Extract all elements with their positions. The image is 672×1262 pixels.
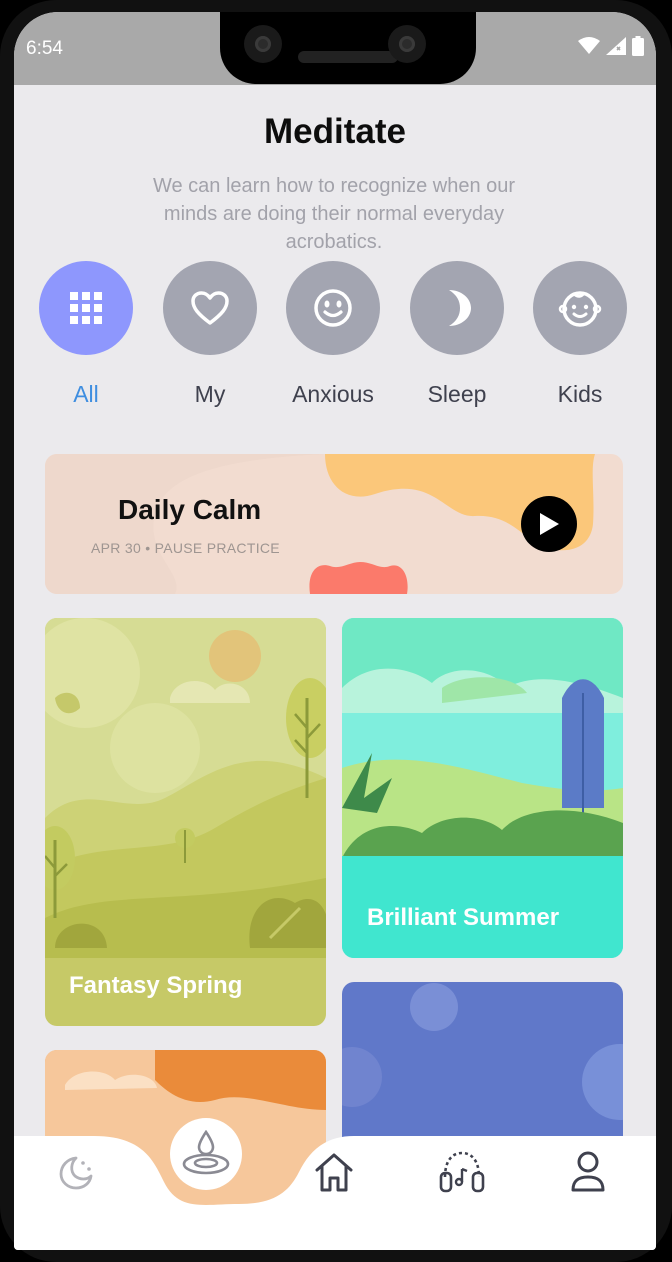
status-time: 6:54	[26, 38, 63, 59]
status-icons	[578, 36, 644, 56]
daily-calm-card[interactable]: Daily Calm APR 30 • PAUSE PRACTICE	[45, 454, 623, 594]
headphones-icon	[439, 1151, 485, 1193]
nav-meditate[interactable]	[170, 1118, 242, 1190]
category-label: Kids	[557, 381, 603, 407]
page-subtitle: We can learn how to recognize when our m…	[152, 175, 516, 253]
camera-icon	[388, 25, 426, 63]
nav-profile[interactable]	[566, 1148, 610, 1196]
category-anxious-circle[interactable]	[286, 261, 380, 355]
speaker-grille	[298, 51, 398, 63]
phone-frame: 6:54 Meditate We can learn how to recogn…	[0, 0, 672, 1262]
daily-calm-title: Daily Calm	[118, 494, 262, 525]
baby-face-icon	[558, 291, 602, 327]
category-kids-circle[interactable]	[533, 261, 627, 355]
home-icon	[315, 1153, 353, 1192]
wifi-icon	[578, 37, 600, 54]
category-sleep-circle[interactable]	[410, 261, 504, 355]
nav-home[interactable]	[310, 1148, 358, 1196]
fantasy-spring-label: Fantasy Spring	[69, 972, 243, 999]
category-label: All	[73, 381, 99, 407]
grid-icon	[70, 292, 102, 324]
battery-icon	[632, 36, 644, 56]
camera-notch	[220, 12, 476, 84]
screen: 6:54 Meditate We can learn how to recogn…	[14, 12, 656, 1250]
moon-icon	[449, 290, 471, 326]
fantasy-spring-illustration	[45, 618, 326, 958]
page-title: Meditate	[264, 112, 406, 151]
play-icon	[540, 513, 559, 535]
smiley-icon	[314, 289, 352, 327]
category-my[interactable]: My	[150, 261, 270, 408]
category-kids[interactable]: Kids	[520, 261, 640, 408]
meditate-drop-icon	[182, 1130, 230, 1175]
signal-icon	[606, 37, 626, 55]
play-button[interactable]	[521, 496, 577, 552]
daily-calm-subtitle: APR 30 • PAUSE PRACTICE	[91, 540, 280, 556]
category-anxious[interactable]: Anxious	[273, 261, 393, 408]
bottom-nav	[14, 1118, 656, 1250]
category-label: My	[194, 381, 226, 407]
brilliant-summer-label: Brilliant Summer	[367, 904, 560, 931]
category-label: Anxious	[292, 381, 374, 407]
heart-icon	[191, 291, 229, 325]
category-all[interactable]: All	[26, 261, 146, 408]
category-my-circle[interactable]	[163, 261, 257, 355]
nav-music[interactable]	[436, 1148, 488, 1196]
fantasy-spring-card[interactable]: Fantasy Spring	[45, 618, 326, 1026]
category-all-circle[interactable]	[39, 261, 133, 355]
nav-sleep[interactable]	[54, 1150, 98, 1194]
category-label: Sleep	[427, 381, 487, 407]
moon-stars-icon	[59, 1156, 93, 1190]
brilliant-summer-card[interactable]: Brilliant Summer	[342, 618, 623, 958]
camera-icon	[244, 25, 282, 63]
category-sleep[interactable]: Sleep	[397, 261, 517, 408]
category-list: All My Anxious Sleep Kids	[14, 261, 656, 421]
profile-icon	[571, 1151, 605, 1192]
